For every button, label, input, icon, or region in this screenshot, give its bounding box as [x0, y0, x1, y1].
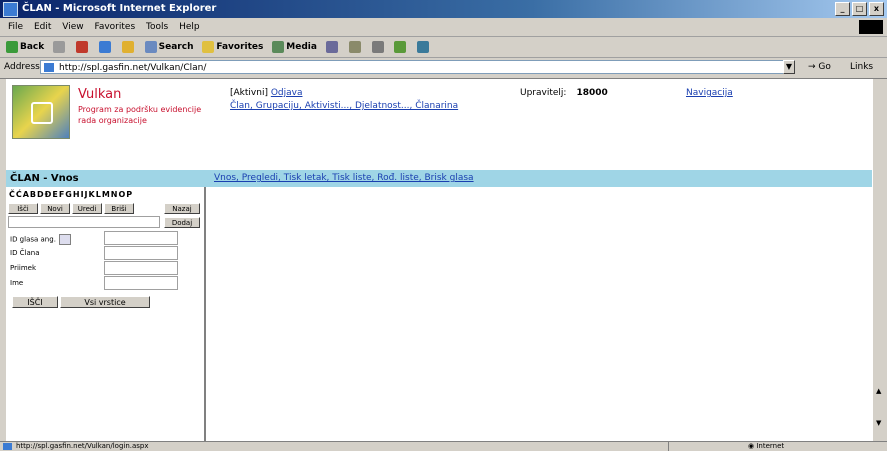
delete-mode-button[interactable]: Briši	[104, 203, 134, 214]
mode-input[interactable]	[8, 216, 160, 228]
id-glasa-input[interactable]	[104, 231, 178, 245]
show-all-button[interactable]: Vsi vrstice	[60, 296, 150, 308]
app-name: Vulkan	[78, 87, 122, 102]
history-button[interactable]	[325, 37, 340, 57]
windows-logo-icon	[859, 20, 883, 34]
section-title: ČLAN - Vnos	[10, 173, 79, 184]
print-icon	[371, 40, 384, 53]
page-status-icon	[3, 443, 12, 450]
page-viewport: Vulkan Program za podršku evidencije rad…	[6, 79, 887, 441]
search-panel: ČĆABDĐEFGHIJKLMNOP Išči Novi Uredi Briši…	[6, 187, 206, 441]
history-icon	[325, 40, 338, 53]
close-button[interactable]: x	[869, 2, 884, 16]
priimek-input[interactable]	[104, 261, 178, 275]
home-icon	[121, 40, 134, 53]
minimize-button[interactable]: _	[835, 2, 850, 16]
app-header: Vulkan Program za podršku evidencije rad…	[6, 79, 887, 149]
links-button[interactable]: Links	[850, 62, 873, 72]
maximize-button[interactable]: □	[852, 2, 867, 16]
go-label: Go	[818, 62, 831, 72]
search-icon	[144, 40, 157, 53]
section-bar: ČLAN - Vnos Vnos, Pregledi, Tisk letak, …	[6, 170, 887, 187]
menu-view[interactable]: View	[62, 18, 83, 36]
menu-edit[interactable]: Edit	[34, 18, 51, 36]
search-button[interactable]: Search	[144, 37, 193, 57]
back-mode-button[interactable]: Nazaj	[164, 203, 200, 214]
page-icon	[44, 63, 54, 72]
scroll-up-arrow-icon[interactable]: ▲	[876, 387, 881, 395]
window-controls: _ □ x	[835, 2, 884, 16]
forward-arrow-icon	[53, 40, 66, 53]
field-label-priimek: Priimek	[10, 264, 37, 272]
mail-icon	[348, 40, 361, 53]
address-bar: Address http://spl.gasfin.net/Vulkan/Cla…	[0, 58, 887, 79]
go-button[interactable]: → Go	[808, 62, 831, 72]
window-title: ČLAN - Microsoft Internet Explorer	[22, 3, 217, 14]
mail-button[interactable]	[348, 37, 363, 57]
menu-help[interactable]: Help	[179, 18, 200, 36]
address-input[interactable]: http://spl.gasfin.net/Vulkan/Clan/	[40, 60, 792, 74]
back-arrow-icon	[6, 40, 18, 53]
address-url: http://spl.gasfin.net/Vulkan/Clan/	[59, 63, 207, 73]
media-button[interactable]: Media	[272, 37, 317, 57]
stop-button[interactable]	[76, 37, 90, 57]
section-nav: Vnos, Pregledi, Tisk letak, Tisk liste, …	[214, 173, 474, 183]
user-label: Upravitelj:	[520, 88, 567, 98]
menu-favorites[interactable]: Favorites	[94, 18, 135, 36]
account-prefix: [Aktivni]	[230, 88, 268, 98]
menu-file[interactable]: File	[8, 18, 23, 36]
star-icon	[202, 40, 215, 53]
alphabet-filter[interactable]: ČĆABDĐEFGHIJKLMNOP	[9, 190, 133, 199]
address-label: Address	[4, 62, 40, 72]
toolbar: Back Search Favorites Media	[0, 37, 887, 58]
logout-link[interactable]: Odjava	[271, 88, 303, 98]
menu-bar: File Edit View Favorites Tools Help	[0, 18, 887, 37]
print-button[interactable]	[371, 37, 386, 57]
ime-input[interactable]	[104, 276, 178, 290]
user-value: 18000	[576, 88, 608, 98]
refresh-icon	[98, 40, 111, 53]
calendar-icon[interactable]	[58, 234, 71, 245]
messenger-icon	[417, 40, 430, 53]
field-label-id-member-glasa: ID glasa ang.	[10, 235, 56, 244]
scroll-down-arrow-icon[interactable]: ▼	[876, 419, 881, 427]
window-titlebar: ČLAN - Microsoft Internet Explorer _ □ x	[0, 0, 887, 18]
field-label-id-clana: ID Člana	[10, 249, 40, 257]
add-mode-button[interactable]: Dodaj	[164, 217, 200, 228]
app-subtitle: Program za podršku evidencije rada organ…	[78, 105, 202, 125]
field-label-ime: Ime	[10, 279, 24, 287]
refresh-button[interactable]	[98, 37, 113, 57]
stop-icon	[76, 40, 89, 53]
messenger-button[interactable]	[417, 37, 431, 57]
search-mode-button[interactable]: Išči	[8, 203, 38, 214]
home-button[interactable]	[121, 37, 136, 57]
favorites-button[interactable]: Favorites	[202, 37, 263, 57]
vertical-scrollbar[interactable]: ▲ ▼	[872, 79, 887, 441]
vulkan-logo	[12, 85, 70, 139]
header-nav-links[interactable]: Član, Grupaciju, Aktivisti..., Djelatnos…	[230, 101, 458, 111]
back-button[interactable]: Back	[6, 37, 44, 57]
chevron-down-icon[interactable]: ▼	[783, 60, 795, 74]
results-area	[208, 187, 887, 441]
ie-logo-icon	[3, 2, 18, 17]
help-link[interactable]: Navigacija	[686, 88, 733, 98]
menu-tools[interactable]: Tools	[146, 18, 168, 36]
edit-mode-button[interactable]: Uredi	[72, 203, 102, 214]
edit-icon	[394, 40, 407, 53]
media-icon	[272, 40, 285, 53]
header-nav: Član, Grupaciju, Aktivisti..., Djelatnos…	[230, 101, 458, 111]
user-info: Upravitelj: 18000	[520, 88, 608, 98]
edit-button[interactable]	[394, 37, 408, 57]
search-submit-button[interactable]: IŠČI	[12, 296, 58, 308]
section-nav-links[interactable]: Vnos, Pregledi, Tisk letak, Tisk liste, …	[214, 173, 474, 183]
forward-button[interactable]	[53, 37, 67, 57]
id-clana-input[interactable]	[104, 246, 178, 260]
account-status: [Aktivni] Odjava	[230, 88, 302, 98]
zone-label: Internet	[756, 442, 785, 450]
new-mode-button[interactable]: Novi	[40, 203, 70, 214]
